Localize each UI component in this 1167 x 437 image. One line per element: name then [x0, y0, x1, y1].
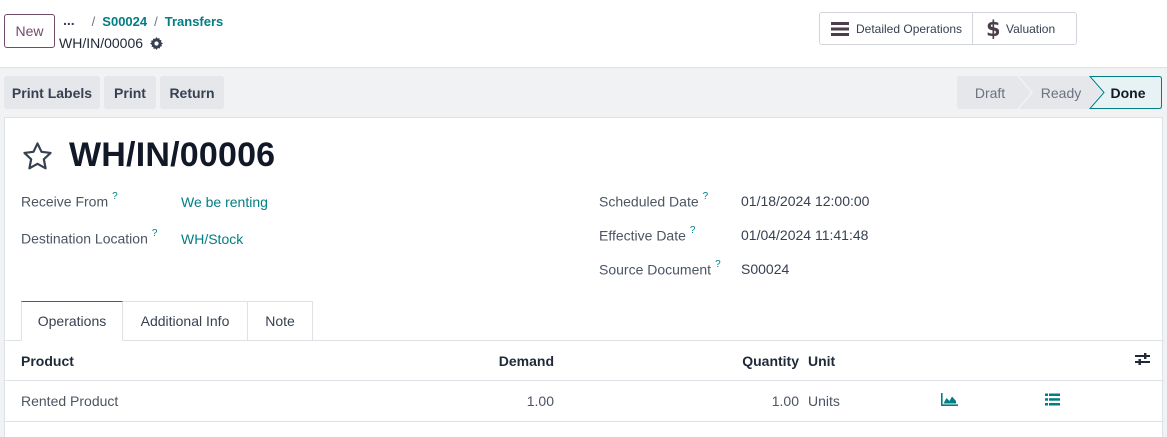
tab-note[interactable]: Note [248, 301, 313, 341]
list-icon [831, 21, 849, 37]
new-button[interactable]: New [4, 14, 55, 48]
source-document-label-text: Source Document [599, 261, 712, 278]
help-icon[interactable]: ? [112, 191, 118, 202]
scheduled-date-label: Scheduled Date? [599, 191, 709, 210]
help-icon[interactable]: ? [703, 191, 709, 202]
effective-date-label: Effective Date? [599, 225, 696, 244]
breadcrumb-more-button[interactable]: ... [63, 13, 75, 27]
effective-date-value: 01/04/2024 11:41:48 [741, 227, 869, 243]
breadcrumb-item-sale-order[interactable]: S00024 [102, 14, 147, 29]
stage-done[interactable]: Done [1097, 76, 1159, 109]
breadcrumb-separator: / [91, 13, 96, 29]
table-header: Product Demand Quantity Unit [5, 341, 1164, 381]
form-sheet: WH/IN/00006 Receive From? We be renting … [4, 117, 1164, 437]
receive-from-label-text: Receive From [21, 193, 109, 210]
forecast-report-button[interactable] [941, 381, 958, 421]
optional-columns-toggle[interactable] [1135, 341, 1150, 380]
tab-operations[interactable]: Operations [21, 301, 123, 341]
stage-draft[interactable]: Draft [957, 76, 1023, 109]
destination-location-value[interactable]: WH/Stock [181, 231, 243, 247]
return-button[interactable]: Return [160, 76, 224, 109]
print-labels-button[interactable]: Print Labels [4, 76, 100, 109]
column-demand[interactable]: Demand [405, 341, 554, 380]
detailed-operations-label: Detailed Operations [856, 21, 963, 36]
help-icon[interactable]: ? [152, 228, 158, 239]
destination-location-label-text: Destination Location [21, 230, 148, 247]
row-quantity[interactable]: 1.00 [655, 381, 799, 421]
breadcrumb-item-transfers[interactable]: Transfers [165, 14, 224, 29]
column-unit[interactable]: Unit [808, 341, 835, 380]
stage-pipeline: Draft Ready Done [957, 76, 1162, 109]
scheduled-date-label-text: Scheduled Date [599, 193, 699, 210]
row-unit[interactable]: Units [808, 381, 840, 421]
help-icon[interactable]: ? [715, 259, 721, 270]
source-document-value[interactable]: S00024 [741, 261, 789, 277]
smart-buttons: Detailed Operations $ Valuation [819, 12, 1077, 45]
list-details-icon [1045, 393, 1060, 409]
breadcrumb: ... / S00024 / Transfers [63, 12, 223, 30]
receive-from-label: Receive From? [21, 191, 118, 210]
control-panel: New ... / S00024 / Transfers WH/IN/00006… [0, 0, 1167, 68]
print-button[interactable]: Print [104, 76, 156, 109]
record-title: WH/IN/00006 [69, 136, 276, 174]
record-name-text: WH/IN/00006 [59, 35, 144, 51]
column-product[interactable]: Product [21, 341, 74, 380]
current-record-name: WH/IN/00006 [59, 35, 164, 51]
sliders-icon [1135, 352, 1150, 369]
source-document-label: Source Document? [599, 259, 721, 278]
valuation-label: Valuation [1006, 21, 1056, 36]
effective-date-label-text: Effective Date [599, 227, 686, 244]
detailed-operations-row-button[interactable] [1045, 381, 1060, 421]
svg-text:$: $ [986, 18, 999, 40]
dollar-icon: $ [985, 18, 999, 40]
valuation-button[interactable]: $ Valuation [973, 13, 1076, 44]
detailed-operations-button[interactable]: Detailed Operations [820, 13, 973, 44]
destination-location-label: Destination Location? [21, 228, 158, 247]
column-quantity[interactable]: Quantity [655, 341, 799, 380]
tab-additional-info[interactable]: Additional Info [123, 301, 248, 341]
row-product[interactable]: Rented Product [21, 381, 118, 421]
scheduled-date-value[interactable]: 01/18/2024 12:00:00 [741, 193, 869, 209]
table-row[interactable]: Rented Product 1.00 1.00 Units [5, 381, 1164, 422]
star-icon[interactable] [21, 140, 54, 173]
breadcrumb-separator: / [154, 13, 158, 29]
row-demand[interactable]: 1.00 [405, 381, 554, 421]
notebook-tabs: Operations Additional Info Note [21, 301, 313, 341]
stage-ready[interactable]: Ready [1027, 76, 1095, 109]
status-bar: Print Labels Print Return Draft Ready Do… [0, 69, 1167, 117]
receive-from-value[interactable]: We be renting [181, 194, 268, 210]
gear-icon[interactable] [150, 36, 164, 50]
help-icon[interactable]: ? [690, 225, 696, 236]
area-chart-icon [941, 393, 958, 409]
